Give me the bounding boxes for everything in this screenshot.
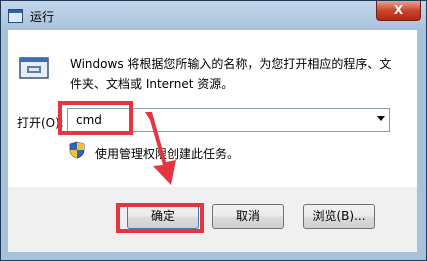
admin-privilege-note: 使用管理权限创建此任务。	[95, 147, 240, 161]
cancel-button[interactable]: 取消	[212, 204, 284, 229]
browse-button[interactable]: 浏览(B)...	[303, 204, 375, 229]
dropdown-arrow-icon[interactable]	[377, 116, 385, 121]
open-label: 打开(O):	[17, 116, 64, 130]
command-combobox[interactable]: cmd	[67, 108, 390, 132]
ok-button[interactable]: 确定	[127, 204, 199, 229]
title-bar[interactable]: 运行 X	[1, 1, 426, 31]
command-input[interactable]: cmd	[76, 113, 102, 127]
run-program-icon	[19, 57, 49, 79]
run-app-icon	[8, 9, 23, 23]
window-title: 运行	[30, 10, 55, 24]
dialog-description: Windows 将根据您所输入的名称，为您打开相应的程序、文件夹、文档或 Int…	[70, 57, 392, 91]
uac-shield-icon	[69, 141, 85, 159]
close-button[interactable]: X	[376, 1, 421, 21]
